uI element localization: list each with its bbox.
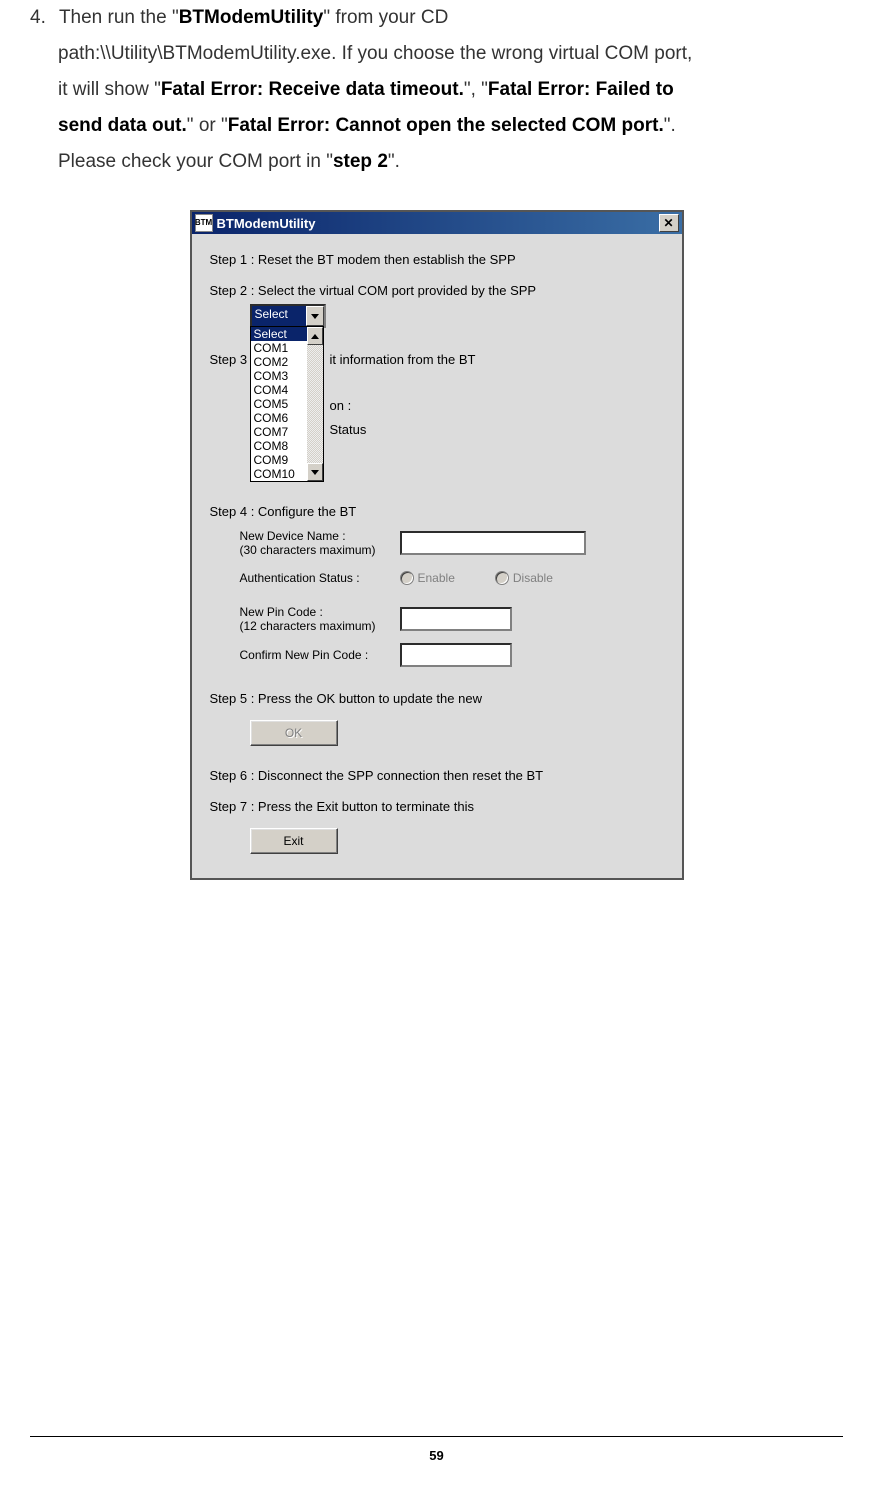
text: path:\\Utility\BTModemUtility.exe. If yo…	[58, 43, 692, 64]
dropdown-item[interactable]: Select	[251, 327, 307, 341]
dropdown-item[interactable]: COM9	[251, 453, 307, 467]
step2-ref: step 2	[333, 151, 388, 172]
step5-label: Step 5 : Press the OK button to update t…	[210, 691, 664, 706]
field-label: New Device Name : (30 characters maximum…	[240, 529, 400, 557]
close-button[interactable]: ✕	[659, 214, 679, 232]
disable-radio-label: Disable	[513, 571, 553, 585]
step2-label: Step 2 : Select the virtual COM port pro…	[210, 283, 664, 298]
dropdown-item[interactable]: COM5	[251, 397, 307, 411]
instruction-paragraph: 4. Then run the "BTModemUtility" from yo…	[30, 0, 843, 180]
ok-button[interactable]: OK	[250, 720, 338, 746]
auth-status-label: Authentication Status :	[240, 571, 400, 585]
text: it will show "	[58, 79, 161, 100]
text: ".	[388, 151, 400, 172]
error-msg-2a: Fatal Error: Failed to	[488, 79, 674, 100]
combobox-selected: Select	[252, 306, 306, 326]
text: Please check your COM port in "	[58, 151, 333, 172]
dropdown-item[interactable]: COM10	[251, 467, 307, 481]
com-port-combobox[interactable]: Select	[250, 304, 326, 328]
step7-label: Step 7 : Press the Exit button to termin…	[210, 799, 664, 814]
auth-status-row: Authentication Status : Enable Disable	[240, 571, 664, 585]
dropdown-item[interactable]: COM3	[251, 369, 307, 383]
text: " or "	[187, 115, 228, 136]
dropdown-item[interactable]: COM8	[251, 439, 307, 453]
com-port-dropdown[interactable]: Select COM1 COM2 COM3 COM4 COM5 COM6 COM…	[250, 326, 324, 482]
error-msg-3: Fatal Error: Cannot open the selected CO…	[228, 115, 664, 136]
page-number: 59	[0, 1448, 873, 1463]
app-icon: BTM	[195, 214, 213, 232]
chevron-down-icon	[311, 314, 319, 319]
new-pin-hint: (12 characters maximum)	[240, 619, 376, 633]
new-device-name-label: New Device Name :	[240, 529, 346, 543]
step1-label: Step 1 : Reset the BT modem then establi…	[210, 252, 664, 267]
field-label: New Pin Code : (12 characters maximum)	[240, 605, 400, 633]
confirm-pin-row: Confirm New Pin Code :	[240, 643, 664, 667]
new-pin-label: New Pin Code :	[240, 605, 323, 619]
scroll-up-button[interactable]	[307, 327, 323, 345]
dropdown-list: Select COM1 COM2 COM3 COM4 COM5 COM6 COM…	[251, 327, 307, 481]
window-title: BTModemUtility	[217, 216, 659, 231]
list-number: 4.	[30, 0, 54, 36]
dropdown-item[interactable]: COM4	[251, 383, 307, 397]
disable-radio[interactable]	[495, 571, 509, 585]
step4-block: Step 4 : Configure the BT New Device Nam…	[210, 504, 664, 667]
step3-label: Step 3 :	[210, 352, 255, 367]
enable-radio[interactable]	[400, 571, 414, 585]
text: " from your CD	[323, 7, 448, 28]
dropdown-item[interactable]: COM6	[251, 411, 307, 425]
document-page: 4. Then run the "BTModemUtility" from yo…	[0, 0, 873, 1487]
new-pin-row: New Pin Code : (12 characters maximum)	[240, 605, 664, 633]
confirm-pin-input[interactable]	[400, 643, 512, 667]
combobox-dropdown-button[interactable]	[306, 306, 324, 326]
dropdown-item[interactable]: COM7	[251, 425, 307, 439]
error-msg-2b: send data out.	[58, 115, 187, 136]
ok-button-label: OK	[285, 726, 302, 740]
new-device-name-input[interactable]	[400, 531, 586, 555]
utility-name: BTModemUtility	[179, 7, 324, 28]
exit-button[interactable]: Exit	[250, 828, 338, 854]
enable-radio-label: Enable	[418, 571, 455, 585]
com-port-combo-row: Select Select COM1 COM2 COM3 COM4 COM5 C…	[250, 304, 664, 326]
scroll-track[interactable]	[307, 345, 323, 463]
dialog-window: BTM BTModemUtility ✕ Step 1 : Reset the …	[190, 210, 684, 880]
text: ", "	[464, 79, 488, 100]
dropdown-item[interactable]: COM1	[251, 341, 307, 355]
dropdown-item[interactable]: COM2	[251, 355, 307, 369]
step3-text-partial-a: it information from the BT	[330, 352, 476, 367]
chevron-down-icon	[311, 470, 319, 475]
new-device-name-row: New Device Name : (30 characters maximum…	[240, 529, 664, 557]
new-device-name-hint: (30 characters maximum)	[240, 543, 376, 557]
close-icon: ✕	[663, 216, 673, 230]
app-icon-text: BTM	[195, 220, 212, 226]
step3-text-partial-c: Status	[330, 422, 367, 437]
footer-divider	[30, 1436, 843, 1437]
confirm-pin-label: Confirm New Pin Code :	[240, 648, 400, 662]
step3-text-partial-b: on :	[330, 398, 352, 413]
step4-label: Step 4 : Configure the BT	[210, 504, 664, 519]
text: ".	[664, 115, 676, 136]
new-pin-input[interactable]	[400, 607, 512, 631]
dropdown-scrollbar[interactable]	[307, 327, 323, 481]
paragraph-body: path:\\Utility\BTModemUtility.exe. If yo…	[30, 36, 843, 180]
error-msg-1: Fatal Error: Receive data timeout.	[161, 79, 464, 100]
dialog-client-area: Step 1 : Reset the BT modem then establi…	[192, 234, 682, 878]
text: Then run the "	[59, 7, 179, 28]
exit-button-label: Exit	[283, 834, 303, 848]
titlebar[interactable]: BTM BTModemUtility ✕	[192, 212, 682, 234]
chevron-up-icon	[311, 334, 319, 339]
scroll-down-button[interactable]	[307, 463, 323, 481]
step6-label: Step 6 : Disconnect the SPP connection t…	[210, 768, 664, 783]
